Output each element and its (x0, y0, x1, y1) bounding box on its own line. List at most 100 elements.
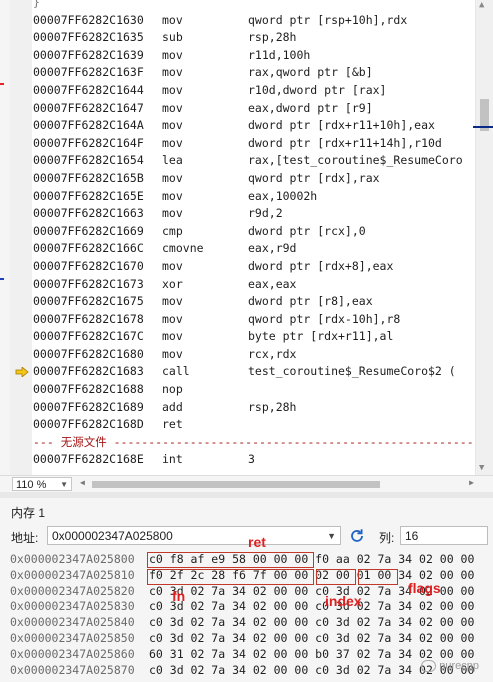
chevron-down-icon[interactable]: ▼ (327, 527, 336, 546)
columns-label: 列: (379, 531, 395, 545)
instruction-address: 00007FF6282C163F (33, 65, 144, 80)
instruction-address: 00007FF6282C166C (33, 241, 144, 256)
scroll-left-icon[interactable]: ◀ (80, 478, 85, 487)
flags-highlight-box (358, 569, 398, 585)
instruction-address: 00007FF6282C1663 (33, 206, 144, 221)
code-line[interactable]: 00007FF6282C168D ret (33, 416, 476, 434)
code-line[interactable]: 00007FF6282C1669 cmp dword ptr [rcx],0 (33, 223, 476, 241)
code-line[interactable]: 00007FF6282C1675 mov dword ptr [r8],eax (33, 293, 476, 311)
separator-text: --- 无源文件 -------------------------------… (33, 434, 493, 449)
memory-row-address: 0x000002347A025830 (10, 599, 135, 614)
disassembly-pane: } 00007FF6282C1630 mov qword ptr [rsp+10h]… (0, 0, 493, 492)
instruction-operands: 3 (248, 452, 255, 467)
address-input[interactable]: 0x000002347A025800 ▼ (47, 526, 341, 545)
instruction-mnemonic: add (162, 399, 183, 414)
code-line[interactable]: 00007FF6282C165B mov qword ptr [rdx],rax (33, 170, 476, 188)
columns-input[interactable]: 16 (400, 526, 488, 545)
ret-annotation: ret (248, 534, 266, 550)
code-line[interactable]: 00007FF6282C1639 mov r11d,100h (33, 47, 476, 65)
code-line[interactable]: 00007FF6282C164A mov dword ptr [rdx+r11+10… (33, 117, 476, 135)
code-line[interactable]: 00007FF6282C165E mov eax,10002h (33, 188, 476, 206)
instruction-mnemonic: mov (162, 206, 183, 221)
red-marker (0, 83, 4, 85)
code-line[interactable]: 00007FF6282C1635 sub rsp,28h (33, 29, 476, 47)
fn-highlight-box (147, 569, 314, 585)
code-line[interactable]: 00007FF6282C1680 mov rcx,rdx (33, 346, 476, 364)
instruction-mnemonic: mov (162, 170, 183, 185)
instruction-operands: test_coroutine$_ResumeCoro$2 ( (248, 364, 456, 379)
code-line[interactable]: 00007FF6282C1647 mov eax,dword ptr [r9] (33, 100, 476, 118)
zoom-combobox[interactable]: 110 % ▼ (12, 477, 72, 491)
no-source-separator: --- 无源文件 -------------------------------… (33, 434, 493, 452)
instruction-operands: rsp,28h (248, 30, 297, 45)
scrollbar-map-marker (473, 126, 493, 128)
instruction-operands: rax,qword ptr [&b] (248, 65, 373, 80)
refresh-icon (351, 529, 363, 542)
memory-row-address: 0x000002347A025870 (10, 662, 135, 677)
instruction-operands: qword ptr [rdx-10h],r8 (248, 311, 401, 326)
yellow-arrow-icon (15, 367, 29, 378)
code-line[interactable]: 00007FF6282C1630 mov qword ptr [rsp+10h],r… (33, 12, 476, 30)
horizontal-scrollbar[interactable]: ◀ ▶ (78, 478, 476, 490)
code-line[interactable]: 00007FF6282C1678 mov qword ptr [rdx-10h],r… (33, 311, 476, 329)
watermark-text: purecpp (439, 659, 479, 672)
memory-row-bytes: c0 3d 02 7a 34 02 00 00 c0 3d 02 7a 34 0… (149, 599, 475, 614)
instruction-address: 00007FF6282C167C (33, 329, 144, 344)
memory-row-address: 0x000002347A025800 (10, 552, 135, 566)
instruction-mnemonic: mov (162, 82, 183, 97)
zoom-value: 110 % (16, 479, 47, 491)
instruction-mnemonic: cmovne (162, 241, 204, 256)
code-line[interactable]: 00007FF6282C168E int 3 (33, 451, 476, 469)
memory-row[interactable]: 0x000002347A025850 c0 3d 02 7a 34 02 00 0… (10, 631, 493, 647)
code-line[interactable]: 00007FF6282C1683 call test_coroutine$_Resu… (15, 363, 476, 381)
scroll-up-icon[interactable]: ▲ (479, 0, 484, 10)
memory-row-address: 0x000002347A025840 (10, 615, 135, 630)
chevron-down-icon[interactable]: ▼ (60, 478, 68, 492)
memory-row[interactable]: 0x000002347A025830 c0 3d 02 7a 34 02 00 0… (10, 599, 493, 615)
memory-window: 内存 1 地址: 0x000002347A025800 ▼ 列: 16 0x00… (0, 492, 493, 682)
instruction-mnemonic: int (162, 452, 183, 467)
instruction-address: 00007FF6282C1654 (33, 153, 144, 168)
instruction-address: 00007FF6282C165E (33, 188, 144, 203)
instruction-operands: r10d,dword ptr [rax] (248, 82, 387, 97)
code-line[interactable]: 00007FF6282C1689 add rsp,28h (33, 399, 476, 417)
instruction-mnemonic: xor (162, 276, 183, 291)
memory-row-bytes: c0 3d 02 7a 34 02 00 00 c0 3d 02 7a 34 0… (149, 630, 475, 645)
instruction-operands: eax,r9d (248, 241, 297, 256)
code-line[interactable]: 00007FF6282C1663 mov r9d,2 (33, 205, 476, 223)
ret-highlight-box (147, 552, 314, 568)
instruction-mnemonic: lea (162, 153, 183, 168)
code-line[interactable]: 00007FF6282C1688 nop (33, 381, 476, 399)
code-line[interactable]: 00007FF6282C167C mov byte ptr [rdx+r11],al (33, 328, 476, 346)
code-line[interactable]: 00007FF6282C1644 mov r10d,dword ptr [rax] (33, 82, 476, 100)
instruction-operands: dword ptr [r8],eax (248, 294, 373, 309)
code-line[interactable]: 00007FF6282C1654 lea rax,[test_coroutine$_… (33, 152, 476, 170)
scroll-down-icon[interactable]: ▼ (479, 463, 484, 473)
instruction-address: 00007FF6282C1675 (33, 294, 144, 309)
code-line[interactable]: 00007FF6282C163F mov rax,qword ptr [&b] (33, 64, 476, 82)
scroll-right-icon[interactable]: ▶ (469, 478, 474, 487)
instruction-address: 00007FF6282C164F (33, 135, 144, 150)
code-line[interactable]: 00007FF6282C166C cmovne eax,r9d (33, 240, 476, 258)
code-line[interactable]: 00007FF6282C164F mov dword ptr [rdx+r11+14… (33, 135, 476, 153)
instruction-mnemonic: mov (162, 188, 183, 203)
code-lines[interactable]: } 00007FF6282C1630 mov qword ptr [rsp+10h]… (15, 0, 493, 469)
instruction-address: 00007FF6282C1680 (33, 346, 144, 361)
instruction-operands: dword ptr [rdx+r11+14h],r10d (248, 135, 442, 150)
instruction-operands: eax,10002h (248, 188, 318, 203)
hscroll-thumb[interactable] (92, 481, 380, 488)
memory-row-address: 0x000002347A025810 (10, 567, 135, 582)
index-annotation: index (325, 593, 362, 609)
instruction-operands: byte ptr [rdx+r11],al (248, 329, 394, 344)
breakpoint-gutter[interactable] (10, 0, 32, 475)
instruction-mnemonic: cmp (162, 223, 183, 238)
memory-row[interactable]: 0x000002347A025840 c0 3d 02 7a 34 02 00 0… (10, 615, 493, 631)
fn-annotation: fn (172, 588, 186, 604)
code-line[interactable]: 00007FF6282C1673 xor eax,eax (33, 276, 476, 294)
memory-tab-title[interactable]: 内存 1 (11, 504, 45, 521)
address-value: 0x000002347A025800 (52, 529, 173, 543)
vertical-scrollbar[interactable]: ▲ ▼ (475, 0, 493, 475)
instruction-address: 00007FF6282C165B (33, 170, 144, 185)
code-line[interactable]: 00007FF6282C1670 mov dword ptr [rdx+8],eax (33, 258, 476, 276)
refresh-button[interactable] (347, 526, 367, 546)
